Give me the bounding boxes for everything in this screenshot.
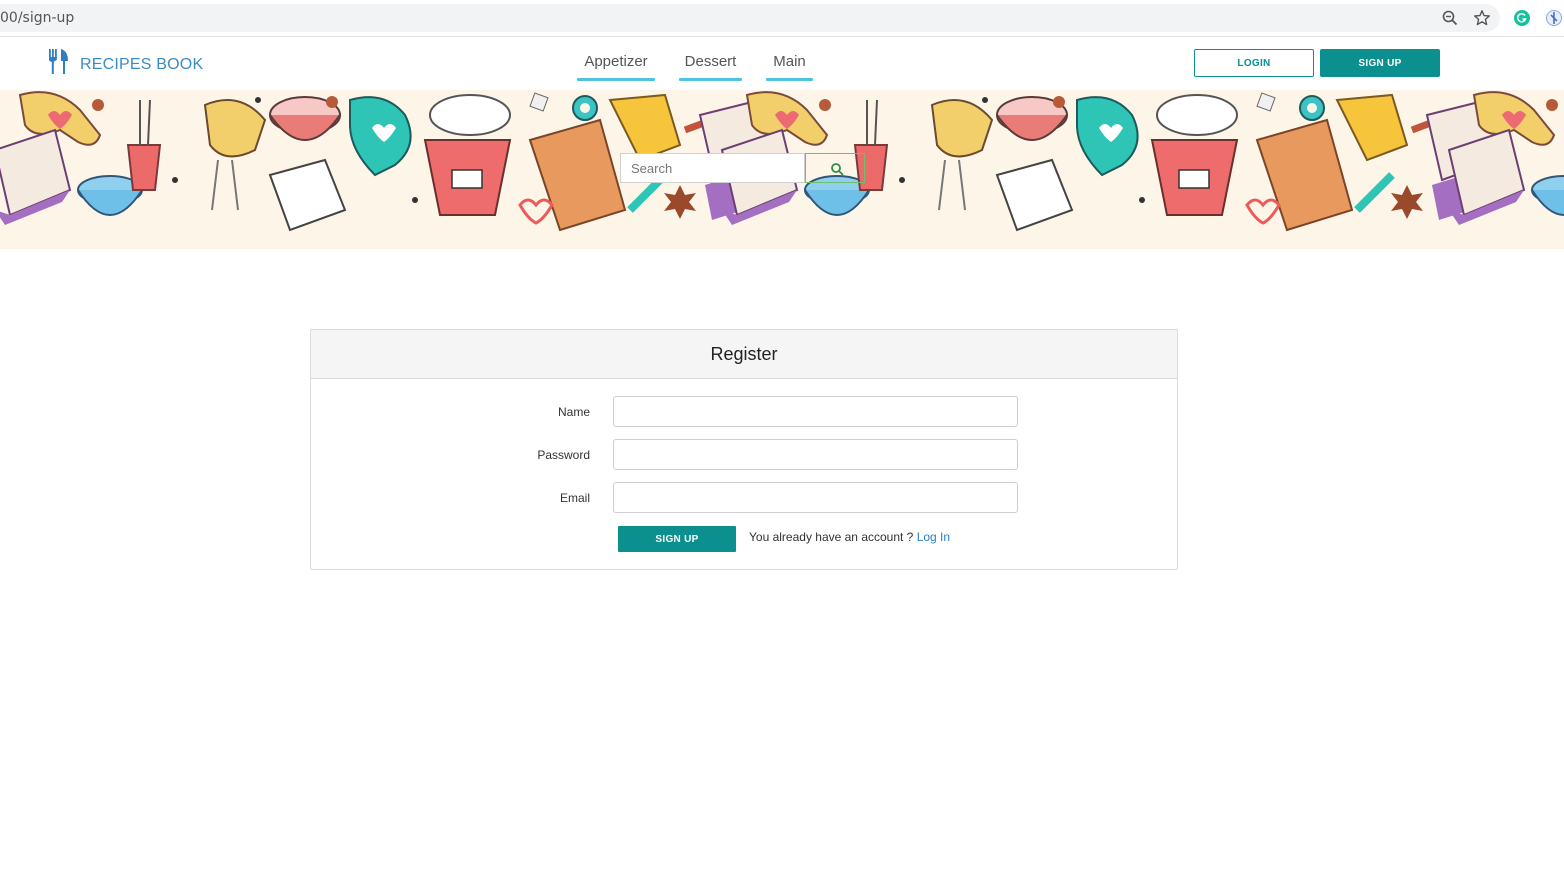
tab-underline <box>679 78 742 81</box>
tab-underline <box>577 78 655 81</box>
signup-header-button[interactable]: SIGN UP <box>1320 49 1440 77</box>
account-prompt: You already have an account ? Log In <box>749 530 950 544</box>
tab-appetizer[interactable]: Appetizer <box>577 53 655 81</box>
app-header: RECIPES BOOK Appetizer Dessert Main LOGI… <box>0 37 1564 90</box>
register-card: Register Name Password Email SIGN UP You… <box>310 329 1178 570</box>
register-title: Register <box>311 330 1177 379</box>
password-field[interactable] <box>613 439 1018 470</box>
signup-submit-button[interactable]: SIGN UP <box>618 526 736 552</box>
address-bar[interactable] <box>0 4 1500 32</box>
search-icon <box>831 163 844 176</box>
zoom-icon[interactable] <box>1441 9 1459 27</box>
tab-label: Main <box>773 53 806 70</box>
email-label: Email <box>559 491 590 505</box>
login-button[interactable]: LOGIN <box>1194 49 1314 77</box>
name-label: Name <box>557 405 590 419</box>
search-input[interactable]: Search <box>620 153 805 183</box>
brand-name: RECIPES BOOK <box>80 56 204 73</box>
brand-logo[interactable]: RECIPES BOOK <box>48 48 203 76</box>
tab-dessert[interactable]: Dessert <box>679 53 742 81</box>
account-prompt-text: You already have an account ? <box>749 530 914 544</box>
password-label: Password <box>537 448 590 462</box>
search-button[interactable] <box>805 153 865 183</box>
star-icon[interactable] <box>1473 9 1491 27</box>
url-text[interactable]: 00/sign-up <box>0 10 74 26</box>
tab-label: Dessert <box>684 53 737 70</box>
browser-toolbar: 00/sign-up <box>0 0 1564 37</box>
tab-main[interactable]: Main <box>766 53 813 81</box>
extension-icon[interactable] <box>1545 9 1563 27</box>
grammarly-icon[interactable] <box>1513 9 1531 27</box>
tab-underline <box>766 78 813 81</box>
hero-banner: Search <box>0 90 1564 249</box>
name-field[interactable] <box>613 396 1018 427</box>
tab-label: Appetizer <box>584 53 648 70</box>
login-link[interactable]: Log In <box>917 530 950 544</box>
fork-knife-icon <box>49 49 68 74</box>
email-field[interactable] <box>613 482 1018 513</box>
